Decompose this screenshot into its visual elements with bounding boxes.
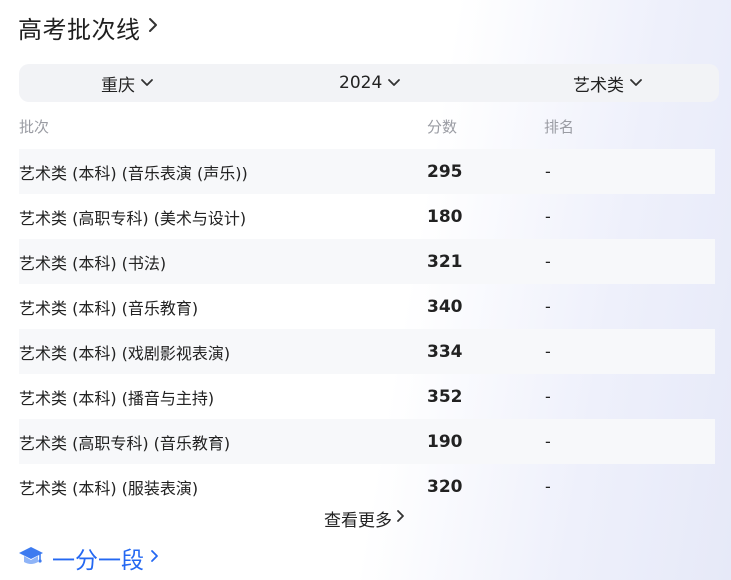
chevron-down-icon [140, 73, 154, 93]
score-cell: 352 [427, 386, 463, 407]
table-row: 艺术类 (本科) (音乐表演 (声乐)) 295 - [19, 149, 715, 194]
table-row: 艺术类 (本科) (服装表演) 320 - [19, 464, 715, 509]
table-row: 艺术类 (本科) (音乐教育) 340 - [19, 284, 715, 329]
score-cell: 180 [427, 206, 463, 227]
rank-cell: - [545, 252, 551, 271]
rank-cell: - [545, 342, 551, 361]
batch-cell: 艺术类 (本科) (音乐表演 (声乐)) [19, 163, 248, 183]
score-cell: 334 [427, 341, 463, 362]
rank-cell: - [545, 432, 551, 451]
table-row: 艺术类 (本科) (播音与主持) 352 - [19, 374, 715, 419]
rank-cell: - [545, 387, 551, 406]
chevron-right-icon [150, 547, 160, 569]
batch-cell: 艺术类 (本科) (音乐教育) [19, 298, 199, 318]
page-title-link[interactable]: 高考批次线 [18, 12, 159, 44]
score-cell: 295 [427, 161, 463, 182]
chevron-down-icon [387, 73, 401, 93]
rank-cell: - [545, 162, 551, 181]
batch-cell: 艺术类 (本科) (书法) [19, 253, 167, 273]
category-dropdown[interactable]: 艺术类 [573, 64, 643, 102]
category-value: 艺术类 [573, 75, 624, 96]
chevron-right-icon [396, 508, 406, 529]
score-table: 艺术类 (本科) (音乐表演 (声乐)) 295 - 艺术类 (高职专科) (美… [19, 149, 715, 509]
province-dropdown[interactable]: 重庆 [101, 64, 154, 102]
column-header-score: 分数 [427, 118, 458, 136]
province-value: 重庆 [101, 75, 135, 96]
rank-cell: - [545, 477, 551, 496]
score-cell: 320 [427, 476, 463, 497]
column-header-rank: 排名 [544, 118, 575, 136]
section-title: 一分一段 [52, 548, 144, 574]
year-dropdown[interactable]: 2024 [339, 64, 401, 102]
year-value: 2024 [339, 73, 383, 93]
score-cell: 340 [427, 296, 463, 317]
table-row: 艺术类 (本科) (书法) 321 - [19, 239, 715, 284]
table-row: 艺术类 (高职专科) (美术与设计) 180 - [19, 194, 715, 239]
column-header-batch: 批次 [19, 118, 50, 136]
filter-bar: 重庆 2024 艺术类 [19, 64, 719, 102]
page-title: 高考批次线 [18, 15, 141, 44]
batch-cell: 艺术类 (本科) (戏剧影视表演) [19, 343, 231, 363]
graduation-cap-icon [18, 545, 44, 571]
batch-cell: 艺术类 (本科) (服装表演) [19, 478, 199, 498]
score-cell: 321 [427, 251, 463, 272]
batch-cell: 艺术类 (本科) (播音与主持) [19, 388, 215, 408]
view-more-link[interactable]: 查看更多 [324, 505, 406, 531]
score-cell: 190 [427, 431, 463, 452]
chevron-right-icon [147, 15, 159, 39]
chevron-down-icon [629, 73, 643, 93]
view-more-label: 查看更多 [324, 510, 392, 531]
rank-cell: - [545, 207, 551, 226]
score-rank-section-link[interactable]: 一分一段 [18, 542, 160, 574]
batch-cell: 艺术类 (高职专科) (音乐教育) [19, 433, 231, 453]
table-row: 艺术类 (高职专科) (音乐教育) 190 - [19, 419, 715, 464]
rank-cell: - [545, 297, 551, 316]
batch-cell: 艺术类 (高职专科) (美术与设计) [19, 208, 247, 228]
table-row: 艺术类 (本科) (戏剧影视表演) 334 - [19, 329, 715, 374]
